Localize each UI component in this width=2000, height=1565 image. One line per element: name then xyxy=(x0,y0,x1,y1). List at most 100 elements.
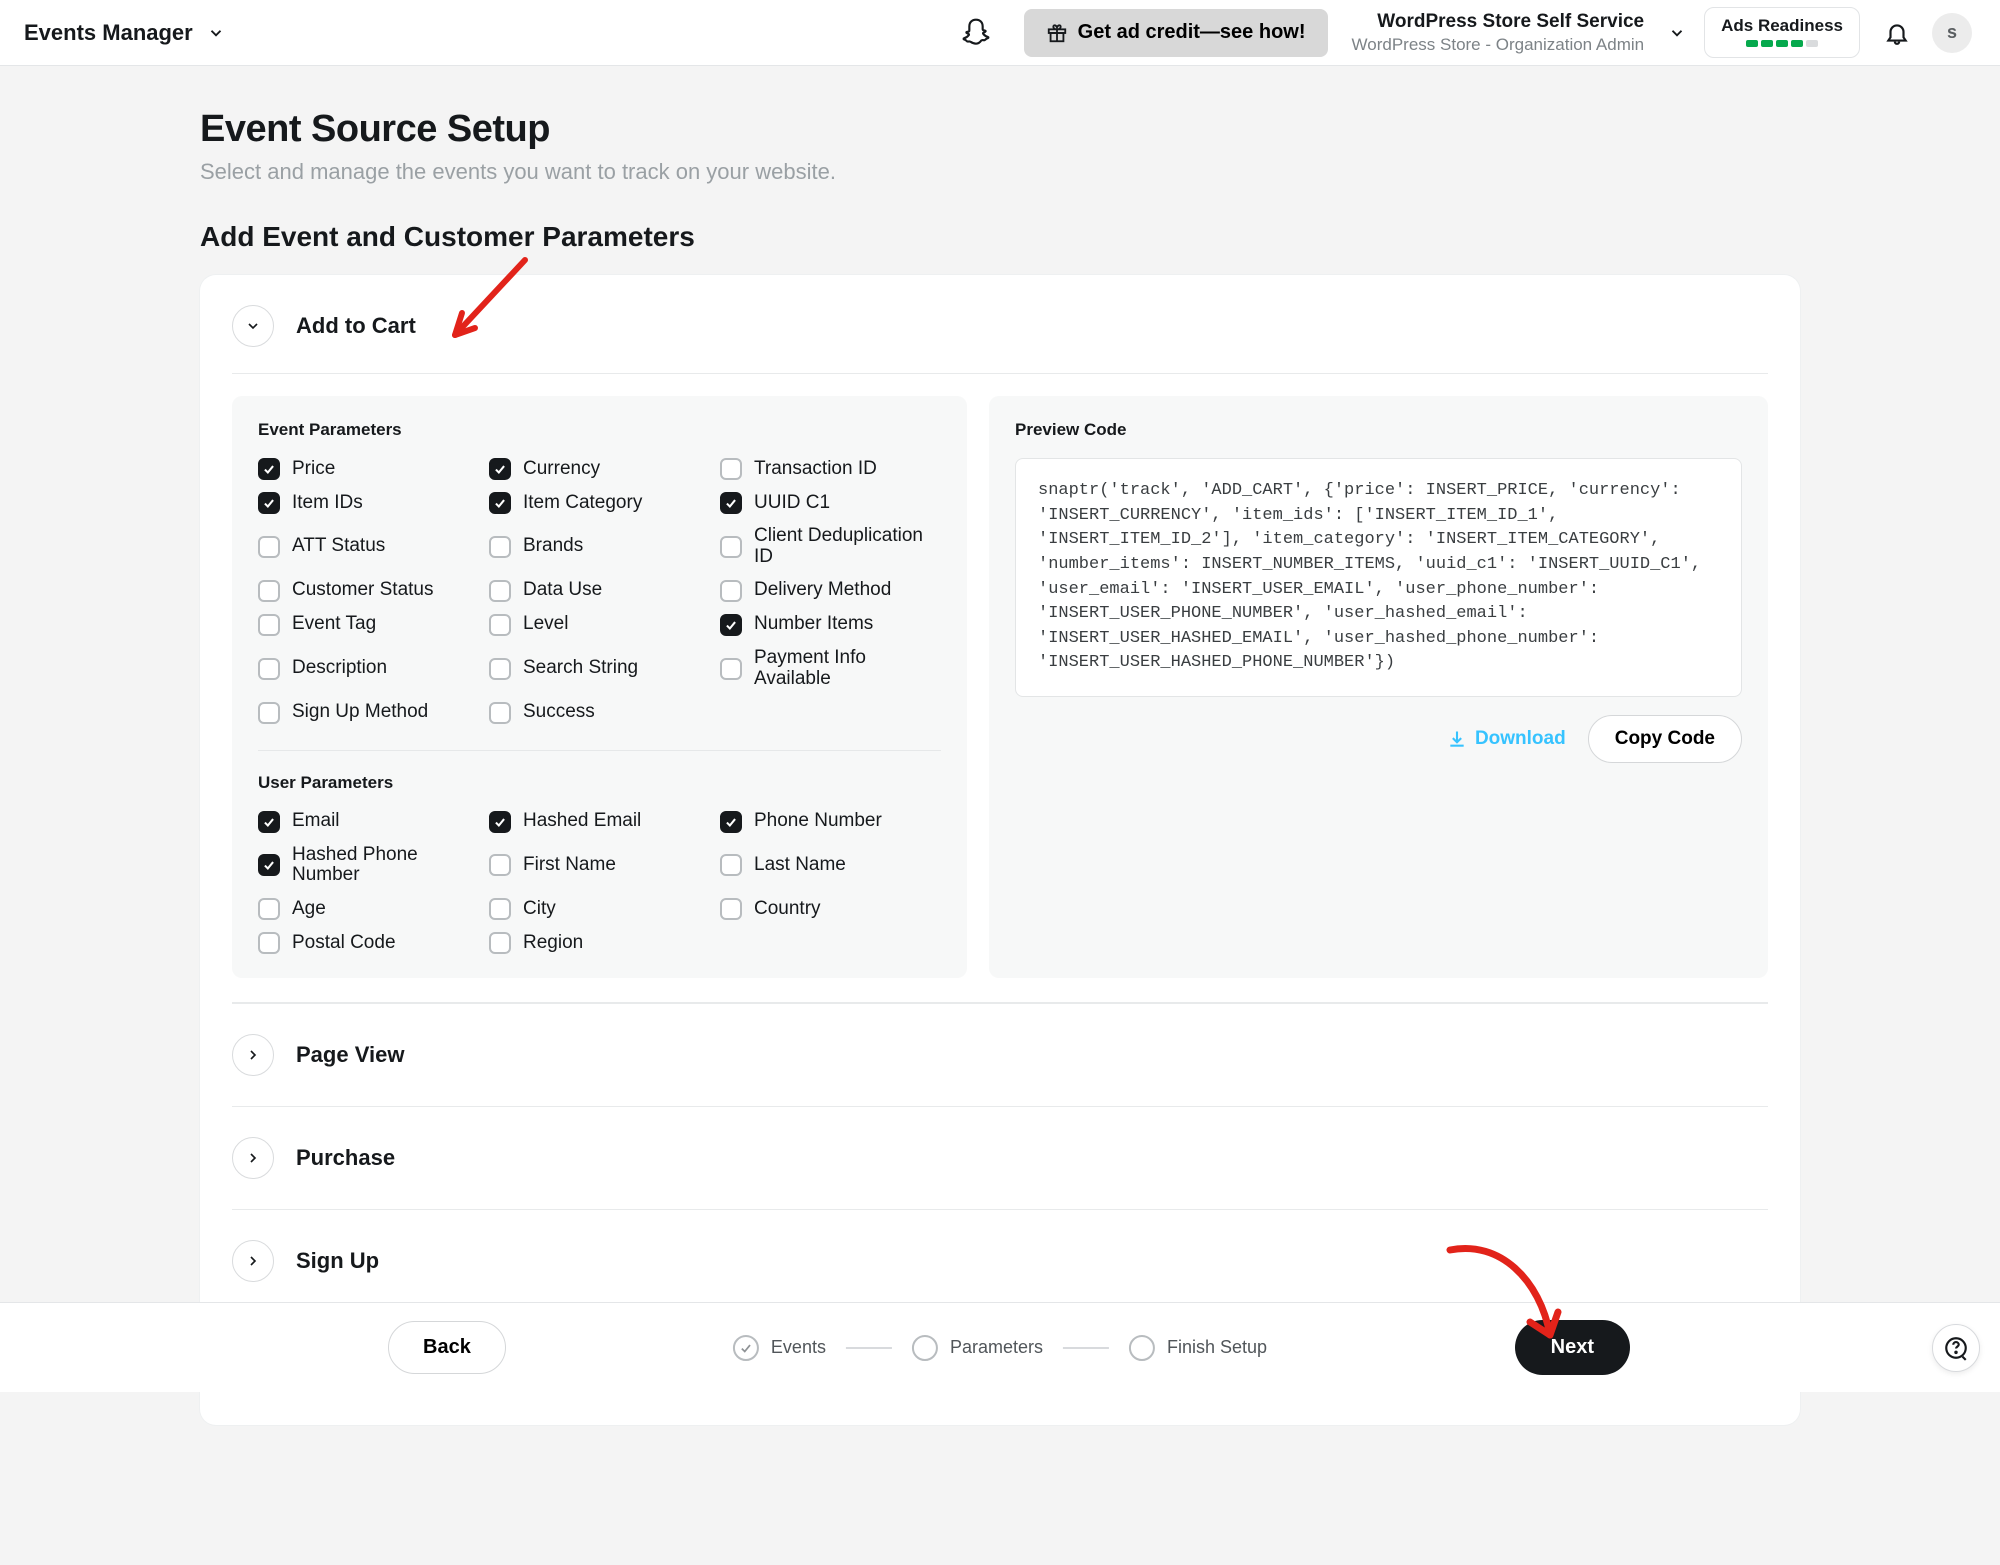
checkbox-label: City xyxy=(523,899,556,920)
next-button[interactable]: Next xyxy=(1515,1320,1630,1375)
expand-button[interactable] xyxy=(232,1034,274,1076)
checkbox[interactable] xyxy=(489,811,511,833)
checkbox-row[interactable]: Number Items xyxy=(720,614,941,636)
gift-icon xyxy=(1046,22,1068,44)
checkbox[interactable] xyxy=(258,702,280,724)
checkbox-row[interactable]: Sign Up Method xyxy=(258,702,479,724)
checkbox-label: Search String xyxy=(523,658,638,679)
checkbox-row[interactable]: Data Use xyxy=(489,580,710,602)
checkbox-row[interactable]: Brands xyxy=(489,526,710,568)
checkbox[interactable] xyxy=(258,614,280,636)
checkbox[interactable] xyxy=(258,811,280,833)
accordion-header[interactable]: Purchase xyxy=(232,1106,1768,1209)
checkbox-row[interactable]: Customer Status xyxy=(258,580,479,602)
event-parameters-label: Event Parameters xyxy=(258,420,941,440)
checkbox-row[interactable]: ATT Status xyxy=(258,526,479,568)
checkbox[interactable] xyxy=(258,658,280,680)
check-icon xyxy=(724,815,738,829)
page-title: Event Source Setup xyxy=(200,108,1800,151)
checkbox-row[interactable]: Age xyxy=(258,898,479,920)
checkbox[interactable] xyxy=(258,492,280,514)
checkbox-row[interactable]: Level xyxy=(489,614,710,636)
accordion-header[interactable]: Sign Up xyxy=(232,1209,1768,1312)
checkbox[interactable] xyxy=(258,458,280,480)
copy-code-label: Copy Code xyxy=(1615,728,1715,749)
checkbox-row[interactable]: Country xyxy=(720,898,941,920)
checkbox-row[interactable]: Description xyxy=(258,648,479,690)
step-complete-icon xyxy=(733,1335,759,1361)
checkbox-row[interactable]: Region xyxy=(489,932,710,954)
checkbox-row[interactable]: Currency xyxy=(489,458,710,480)
checkbox[interactable] xyxy=(720,458,742,480)
checkbox-row[interactable]: Price xyxy=(258,458,479,480)
accordion-header-add-to-cart[interactable]: Add to Cart xyxy=(232,305,1768,374)
user-parameters-label: User Parameters xyxy=(258,773,941,793)
chevron-down-icon xyxy=(1668,24,1686,42)
expand-button[interactable] xyxy=(232,1240,274,1282)
account-switcher[interactable]: WordPress Store Self Service WordPress S… xyxy=(1352,10,1687,55)
checkbox[interactable] xyxy=(258,580,280,602)
download-link[interactable]: Download xyxy=(1447,728,1566,750)
checkbox-row[interactable]: UUID C1 xyxy=(720,492,941,514)
checkbox[interactable] xyxy=(489,658,511,680)
checkbox-row[interactable]: Transaction ID xyxy=(720,458,941,480)
preview-code-block[interactable]: snaptr('track', 'ADD_CART', {'price': IN… xyxy=(1015,458,1742,697)
checkbox[interactable] xyxy=(258,932,280,954)
checkbox-row[interactable]: Client Deduplication ID xyxy=(720,526,941,568)
checkbox[interactable] xyxy=(489,458,511,480)
check-icon xyxy=(493,496,507,510)
checkbox[interactable] xyxy=(489,492,511,514)
checkbox[interactable] xyxy=(489,898,511,920)
checkbox-row[interactable]: City xyxy=(489,898,710,920)
checkbox-row[interactable]: First Name xyxy=(489,845,710,887)
checkbox-row[interactable]: Search String xyxy=(489,648,710,690)
chevron-down-icon xyxy=(245,318,261,334)
checkbox[interactable] xyxy=(258,536,280,558)
checkbox[interactable] xyxy=(489,536,511,558)
checkbox-label: Last Name xyxy=(754,855,846,876)
checkbox-label: Currency xyxy=(523,459,600,480)
checkbox-row[interactable]: Hashed Email xyxy=(489,811,710,833)
back-button[interactable]: Back xyxy=(388,1321,506,1374)
checkbox-row[interactable]: Delivery Method xyxy=(720,580,941,602)
copy-code-button[interactable]: Copy Code xyxy=(1588,715,1742,763)
checkbox-row[interactable]: Hashed Phone Number xyxy=(258,845,479,887)
checkbox[interactable] xyxy=(489,580,511,602)
check-icon xyxy=(262,496,276,510)
checkbox[interactable] xyxy=(720,898,742,920)
nav-title-dropdown[interactable]: Events Manager xyxy=(24,20,225,46)
checkbox[interactable] xyxy=(720,492,742,514)
checkbox[interactable] xyxy=(720,658,742,680)
checkbox-row[interactable]: Item IDs xyxy=(258,492,479,514)
checkbox-row[interactable]: Postal Code xyxy=(258,932,479,954)
checkbox[interactable] xyxy=(489,702,511,724)
checkbox[interactable] xyxy=(720,854,742,876)
help-button[interactable] xyxy=(1932,1324,1980,1372)
checkbox-row[interactable]: Success xyxy=(489,702,710,724)
notifications-button[interactable] xyxy=(1880,16,1914,50)
account-subtitle: WordPress Store - Organization Admin xyxy=(1352,34,1645,55)
checkbox-label: Success xyxy=(523,702,595,723)
expand-button[interactable] xyxy=(232,1137,274,1179)
checkbox[interactable] xyxy=(489,614,511,636)
get-ad-credit-button[interactable]: Get ad credit—see how! xyxy=(1024,9,1328,57)
checkbox[interactable] xyxy=(258,854,280,876)
checkbox[interactable] xyxy=(489,854,511,876)
checkbox[interactable] xyxy=(720,811,742,833)
checkbox-row[interactable]: Event Tag xyxy=(258,614,479,636)
checkbox-row[interactable]: Last Name xyxy=(720,845,941,887)
checkbox-row[interactable]: Payment Info Available xyxy=(720,648,941,690)
accordion-header[interactable]: Page View xyxy=(232,1003,1768,1106)
checkbox[interactable] xyxy=(489,932,511,954)
checkbox-row[interactable]: Item Category xyxy=(489,492,710,514)
check-icon xyxy=(262,462,276,476)
checkbox[interactable] xyxy=(720,614,742,636)
checkbox-row[interactable]: Email xyxy=(258,811,479,833)
checkbox[interactable] xyxy=(720,580,742,602)
checkbox[interactable] xyxy=(720,536,742,558)
ads-readiness-button[interactable]: Ads Readiness xyxy=(1704,7,1860,58)
checkbox[interactable] xyxy=(258,898,280,920)
user-avatar[interactable]: s xyxy=(1932,13,1972,53)
collapse-button[interactable] xyxy=(232,305,274,347)
checkbox-row[interactable]: Phone Number xyxy=(720,811,941,833)
